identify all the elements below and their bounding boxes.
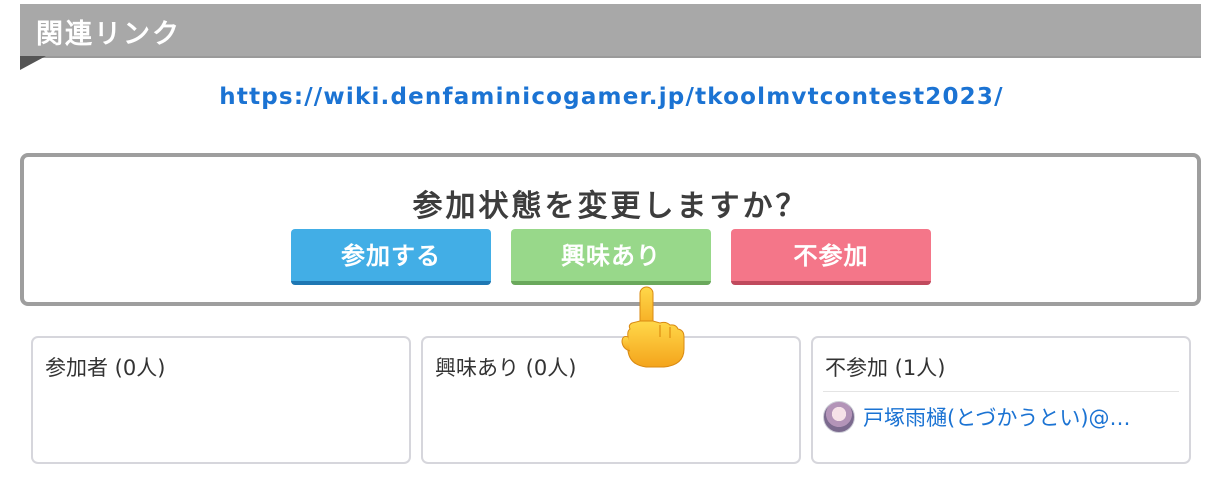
status-change-box: 参加状態を変更しますか？ 参加する 興味あり 不参加 <box>20 153 1201 306</box>
related-link[interactable]: https://wiki.denfaminicogamer.jp/tkoolmv… <box>219 84 1003 110</box>
declined-title: 不参加 (1人) <box>825 356 946 380</box>
participants-title: 参加者 (0人) <box>45 356 166 380</box>
section-header: 関連リンク <box>20 4 1201 70</box>
interested-column: 興味あり (0人) <box>421 336 801 464</box>
page: 関連リンク https://wiki.denfaminicogamer.jp/t… <box>0 0 1223 482</box>
member-name[interactable]: 戸塚雨樋(とづかうとい)@… <box>863 402 1131 432</box>
participants-column: 参加者 (0人) <box>31 336 411 464</box>
declined-column: 不参加 (1人) 戸塚雨樋(とづかうとい)@… <box>811 336 1191 464</box>
status-question: 参加状態を変更しますか？ <box>412 189 809 224</box>
header-fold-decoration <box>20 56 46 70</box>
link-row: https://wiki.denfaminicogamer.jp/tkoolmv… <box>0 84 1223 110</box>
column-divider <box>823 391 1179 392</box>
pointing-hand-icon <box>621 286 685 368</box>
member-item[interactable]: 戸塚雨樋(とづかうとい)@… <box>823 399 1178 435</box>
decline-button[interactable]: 不参加 <box>731 229 931 285</box>
section-title: 関連リンク <box>36 19 181 50</box>
join-button[interactable]: 参加する <box>291 229 491 285</box>
interested-button[interactable]: 興味あり <box>511 229 711 285</box>
user-avatar-icon <box>823 401 855 433</box>
interested-title: 興味あり (0人) <box>435 356 577 380</box>
